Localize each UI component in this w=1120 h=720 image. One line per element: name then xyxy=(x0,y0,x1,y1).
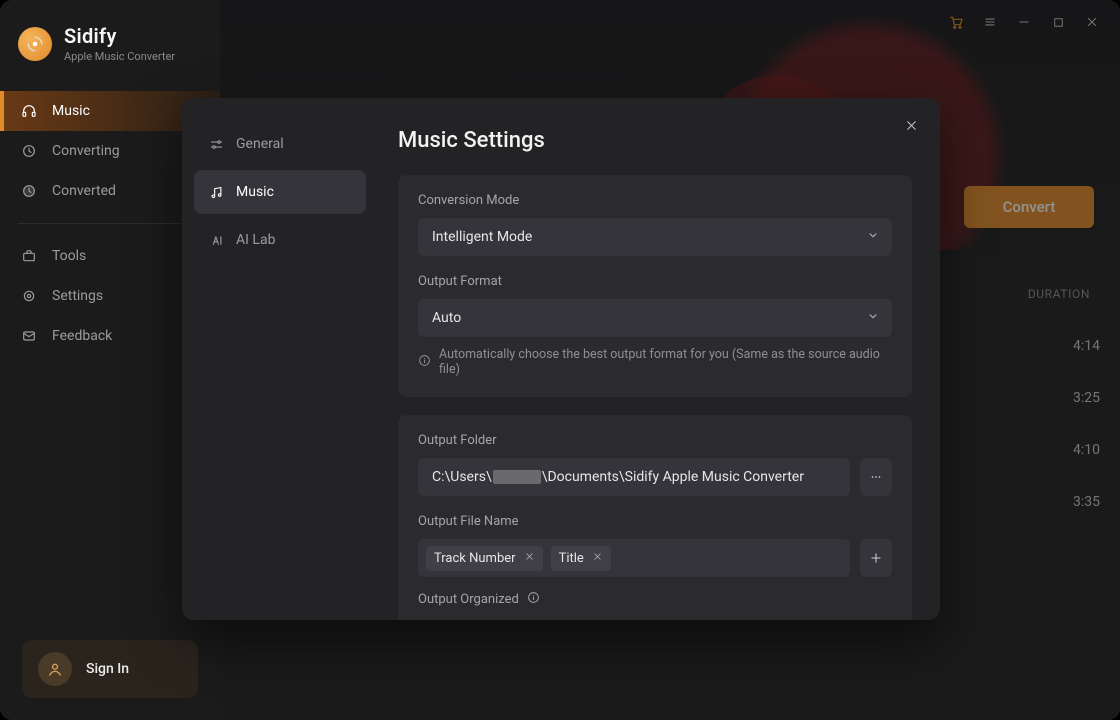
select-value: Auto xyxy=(432,310,461,326)
sidebar-item-label: Tools xyxy=(52,248,86,264)
panel-conversion: Conversion Mode Intelligent Mode Output … xyxy=(398,175,912,397)
label-output-folder: Output Folder xyxy=(418,433,892,448)
label-output-organized: Output Organized xyxy=(418,591,892,608)
music-icon xyxy=(208,184,224,200)
sidebar-item-label: Converted xyxy=(52,183,116,199)
sidebar-item-label: Music xyxy=(52,103,90,119)
close-icon[interactable] xyxy=(898,112,924,138)
brand-logo-icon xyxy=(18,27,52,61)
sidebar-item-label: Settings xyxy=(52,288,103,304)
modal-tab-music[interactable]: Music xyxy=(194,170,366,214)
brand: Sidify Apple Music Converter xyxy=(0,18,220,81)
browse-folder-button[interactable] xyxy=(860,458,892,496)
app-window: Sidify Apple Music Converter Music Conve… xyxy=(0,0,1120,720)
chevron-down-icon xyxy=(866,309,880,327)
modal-sidebar: General Music AI Lab xyxy=(182,98,378,620)
sliders-icon xyxy=(208,136,224,152)
output-format-hint: Automatically choose the best output for… xyxy=(418,347,892,377)
modal-tab-label: Music xyxy=(236,184,274,200)
modal-title: Music Settings xyxy=(398,128,912,153)
redacted-username xyxy=(493,470,541,484)
brand-text: Sidify Apple Music Converter xyxy=(64,24,175,63)
settings-modal: General Music AI Lab Music Settings Conv… xyxy=(182,98,940,620)
tag-label: Track Number xyxy=(434,551,516,566)
add-tag-button[interactable] xyxy=(860,539,892,577)
remove-tag-icon[interactable] xyxy=(592,551,603,566)
filename-tag[interactable]: Title xyxy=(551,546,611,571)
mail-icon xyxy=(20,327,38,345)
brand-subtitle: Apple Music Converter xyxy=(64,50,175,63)
info-icon[interactable] xyxy=(527,591,540,608)
filename-tags-input[interactable]: Track Number Title xyxy=(418,539,850,577)
clock-filled-icon xyxy=(20,182,38,200)
hint-text: Automatically choose the best output for… xyxy=(439,347,892,377)
output-folder-path[interactable]: C:\Users\ \Documents\Sidify Apple Music C… xyxy=(418,458,850,496)
clock-icon xyxy=(20,142,38,160)
panel-output: Output Folder C:\Users\ \Documents\Sidify… xyxy=(398,415,912,620)
signin-label: Sign In xyxy=(86,661,129,677)
label-conversion-mode: Conversion Mode xyxy=(418,193,892,208)
brand-name: Sidify xyxy=(64,24,175,48)
briefcase-icon xyxy=(20,247,38,265)
info-icon xyxy=(418,354,431,371)
chevron-down-icon xyxy=(866,228,880,246)
label-output-format: Output Format xyxy=(418,274,892,289)
signin-button[interactable]: Sign In xyxy=(22,640,198,698)
user-icon xyxy=(38,652,72,686)
select-conversion-mode[interactable]: Intelligent Mode xyxy=(418,218,892,256)
headphones-icon xyxy=(20,102,38,120)
modal-tab-ailab[interactable]: AI Lab xyxy=(194,218,366,262)
sidebar-item-label: Converting xyxy=(52,143,120,159)
divider xyxy=(18,223,202,224)
gear-alt-icon xyxy=(20,287,38,305)
tag-label: Title xyxy=(559,551,584,566)
path-suffix: \Documents\Sidify Apple Music Converter xyxy=(542,469,804,485)
modal-tab-general[interactable]: General xyxy=(194,122,366,166)
remove-tag-icon[interactable] xyxy=(524,551,535,566)
label-output-filename: Output File Name xyxy=(418,514,892,529)
ai-icon xyxy=(208,232,224,248)
filename-tag[interactable]: Track Number xyxy=(426,546,543,571)
select-value: Intelligent Mode xyxy=(432,229,532,245)
modal-body: Music Settings Conversion Mode Intellige… xyxy=(378,98,940,620)
select-output-format[interactable]: Auto xyxy=(418,299,892,337)
modal-tab-label: General xyxy=(236,136,284,152)
label-text: Output Organized xyxy=(418,592,519,607)
sidebar-item-label: Feedback xyxy=(52,328,112,344)
modal-tab-label: AI Lab xyxy=(236,232,275,248)
path-prefix: C:\Users\ xyxy=(432,469,492,485)
